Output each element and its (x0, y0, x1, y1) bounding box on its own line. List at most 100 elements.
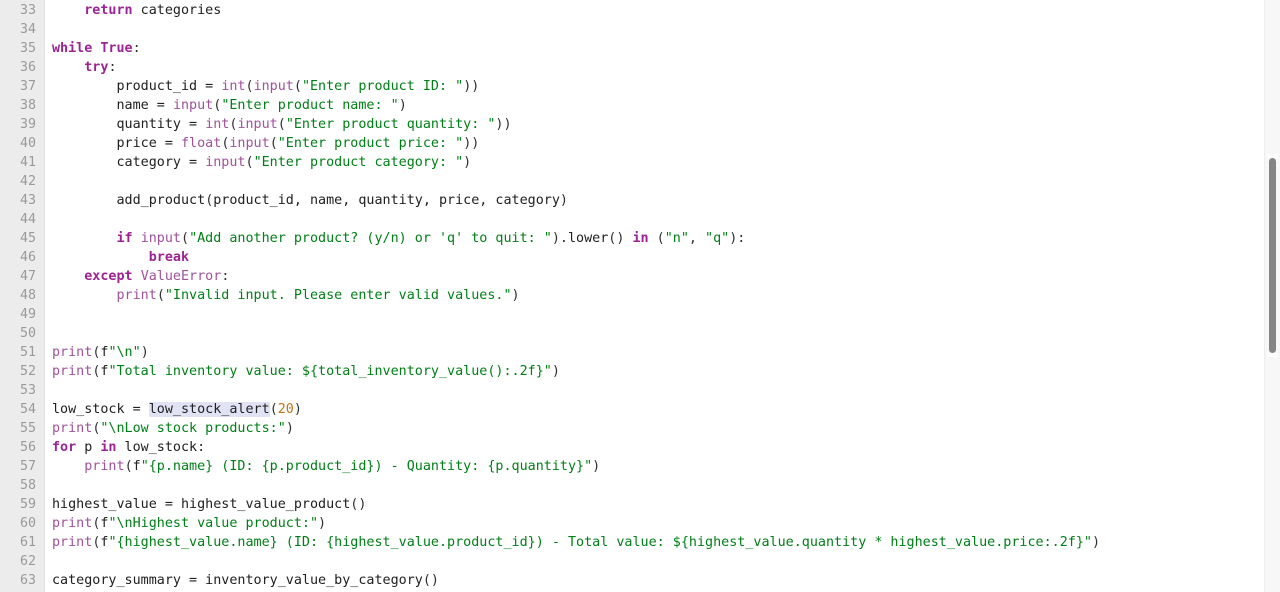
vertical-scrollbar-thumb[interactable] (1269, 158, 1276, 353)
code-line[interactable]: category_summary = inventory_value_by_ca… (52, 571, 1100, 590)
code-line[interactable]: name = input("Enter product name: ") (52, 96, 1100, 115)
code-token-plain: product_id = (52, 79, 222, 94)
code-token-op: : (132, 41, 141, 56)
code-token-op: () (608, 231, 633, 246)
code-token-op: ) (559, 193, 568, 208)
code-line[interactable]: print(f"{highest_value.name} (ID: {highe… (52, 533, 1100, 552)
code-line[interactable]: category = input("Enter product category… (52, 153, 1100, 172)
code-token-fn: print (52, 516, 93, 531)
code-token-fn: input (172, 98, 214, 113)
code-line[interactable] (52, 20, 1100, 39)
code-line[interactable]: product_id = int(input("Enter product ID… (52, 77, 1100, 96)
line-number: 36 (19, 60, 36, 75)
code-token-kw: True (100, 41, 133, 56)
code-line[interactable]: while True: (52, 39, 1100, 58)
code-line[interactable]: quantity = int(input("Enter product quan… (52, 115, 1100, 134)
code-token-op: ( (124, 459, 133, 474)
code-line[interactable]: low_stock = low_stock_alert(20) (52, 400, 1100, 419)
code-token-fn: float (181, 136, 222, 151)
code-token-str: "\nLow stock products:" (100, 421, 286, 436)
code-line[interactable]: print(f"\n") (52, 343, 1100, 362)
code-line[interactable]: print(f"Total inventory value: ${total_i… (52, 362, 1100, 381)
code-token-plain: f (132, 459, 141, 474)
code-token-plain: low_stock (116, 440, 198, 455)
code-line[interactable]: print("\nLow stock products:") (52, 419, 1100, 438)
code-token-op: )) (495, 117, 512, 132)
code-editor[interactable]: 33 34 35 36 37 38 39 40 41 42 43 44 45 46 47 48 49 50 51 52… (0, 0, 1280, 592)
code-token-plain: name = (52, 98, 173, 113)
code-line[interactable]: highest_value = highest_value_product() (52, 495, 1100, 514)
line-number: 47 (19, 269, 36, 284)
code-token-plain: low_stock = (52, 402, 149, 417)
line-number: 56 (19, 440, 36, 455)
code-line[interactable] (52, 381, 1100, 400)
line-number: 57 (19, 459, 36, 474)
code-token-op: )) (463, 79, 480, 94)
code-token-str: "{p.name} (ID: {p.product_id}) - Quantit… (140, 459, 593, 474)
code-token-op: ): (729, 231, 746, 246)
code-token-op: ) (398, 98, 407, 113)
code-token-op: ) (293, 402, 302, 417)
code-line[interactable]: try: (52, 58, 1100, 77)
code-token-kw: if (116, 231, 133, 246)
line-number: 55 (19, 421, 36, 436)
line-number: 45 (19, 231, 36, 246)
code-line[interactable] (52, 210, 1100, 229)
code-token-op: ( (156, 288, 165, 303)
code-token-op: : (221, 269, 230, 284)
code-line[interactable]: add_product(product_id, name, quantity, … (52, 191, 1100, 210)
code-token-kw: try (84, 60, 109, 75)
vertical-scrollbar-track[interactable] (1264, 0, 1280, 592)
code-content[interactable]: return categories while True: try: produ… (52, 0, 1100, 592)
code-line[interactable] (52, 305, 1100, 324)
code-token-plain: p (76, 440, 101, 455)
line-number: 39 (19, 117, 36, 132)
code-line[interactable] (52, 476, 1100, 495)
code-token-plain: quantity = (52, 117, 206, 132)
code-line[interactable]: for p in low_stock: (52, 438, 1100, 457)
line-number: 50 (19, 326, 36, 341)
code-token-op: ) (551, 364, 560, 379)
code-token-op: ( (648, 231, 665, 246)
scrollbar-thumb-cap-bottom (1267, 353, 1278, 357)
code-token-kw: except (84, 269, 133, 284)
line-number: 54 (19, 402, 36, 417)
line-number: 42 (19, 174, 36, 189)
code-line[interactable]: print("Invalid input. Please enter valid… (52, 286, 1100, 305)
code-line[interactable] (52, 324, 1100, 343)
code-line[interactable]: if input("Add another product? (y/n) or … (52, 229, 1100, 248)
code-line[interactable]: break (52, 248, 1100, 267)
code-token-plain: add_product (52, 193, 206, 208)
code-token-kw: return (84, 3, 133, 18)
code-token-hl: low_stock_alert (148, 402, 270, 417)
line-number: 41 (19, 155, 36, 170)
code-line[interactable] (52, 172, 1100, 191)
code-line[interactable]: print(f"{p.name} (ID: {p.product_id}) - … (52, 457, 1100, 476)
code-token-str: "Enter product category: " (253, 155, 464, 170)
line-number: 62 (19, 554, 36, 569)
code-token-op: ( (269, 136, 278, 151)
code-token-op: ( (277, 117, 286, 132)
code-line[interactable]: except ValueError: (52, 267, 1100, 286)
code-token-op: ( (269, 402, 278, 417)
code-token-op: : (197, 440, 206, 455)
code-line[interactable]: price = float(input("Enter product price… (52, 134, 1100, 153)
code-token-fn: input (229, 136, 270, 151)
code-line[interactable] (52, 552, 1100, 571)
line-number: 61 (19, 535, 36, 550)
code-token-str: "\n" (108, 345, 141, 360)
code-token-kw: break (148, 250, 190, 265)
code-token-kw: in (100, 440, 117, 455)
code-line[interactable]: return categories (52, 1, 1100, 20)
code-token-op: , (688, 231, 706, 246)
line-number: 58 (19, 478, 36, 493)
code-line[interactable]: print(f"\nHighest value product:") (52, 514, 1100, 533)
code-token-fn: print (52, 535, 93, 550)
